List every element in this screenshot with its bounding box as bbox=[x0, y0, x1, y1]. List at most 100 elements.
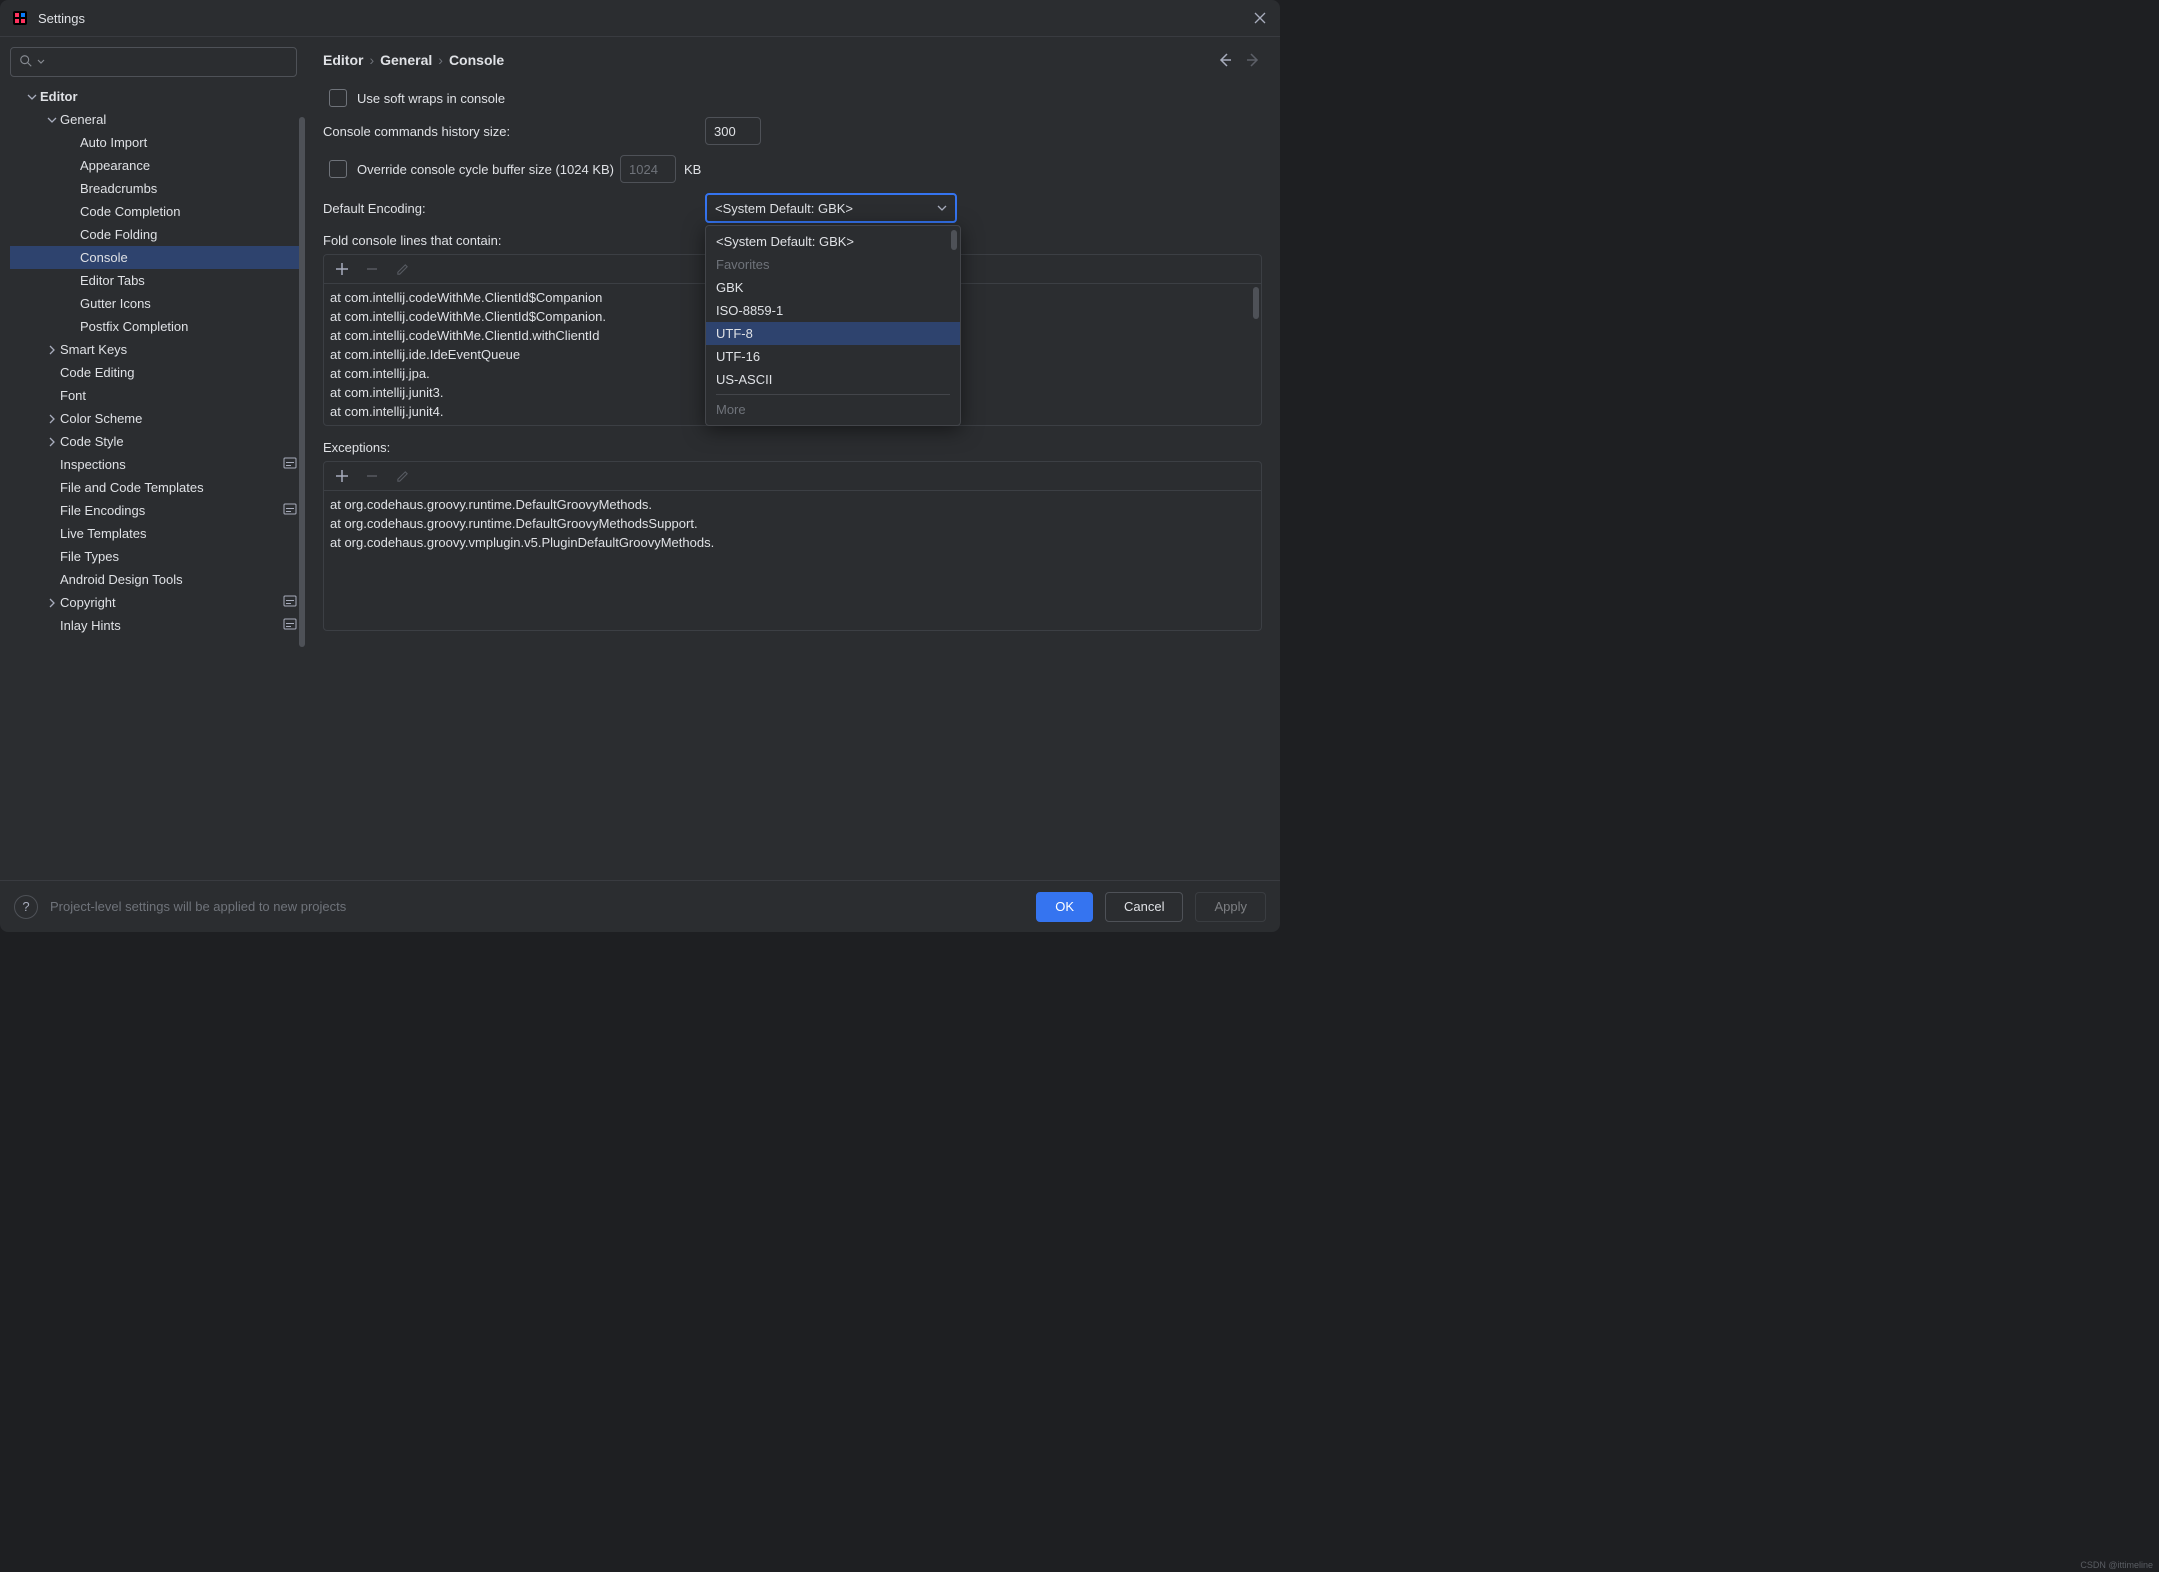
tree-item-label: Copyright bbox=[60, 595, 283, 610]
dropdown-option[interactable]: UTF-16 bbox=[706, 345, 960, 368]
tree-item-file-types[interactable]: File Types bbox=[10, 545, 305, 568]
nav-back-icon[interactable] bbox=[1216, 51, 1234, 69]
history-size-input[interactable] bbox=[705, 117, 761, 145]
spacer bbox=[44, 572, 60, 588]
cancel-button[interactable]: Cancel bbox=[1105, 892, 1183, 922]
soft-wraps-checkbox[interactable] bbox=[329, 89, 347, 107]
tree-item-inlay-hints[interactable]: Inlay Hints bbox=[10, 614, 305, 637]
chevron-right-icon bbox=[44, 411, 60, 427]
tree-item-live-templates[interactable]: Live Templates bbox=[10, 522, 305, 545]
soft-wraps-label: Use soft wraps in console bbox=[357, 91, 505, 106]
tree-item-label: Code Style bbox=[60, 434, 297, 449]
project-level-icon bbox=[283, 618, 297, 633]
spacer bbox=[64, 273, 80, 289]
tree-item-label: Inspections bbox=[60, 457, 283, 472]
tree-item-code-folding[interactable]: Code Folding bbox=[10, 223, 305, 246]
tree-item-breadcrumbs[interactable]: Breadcrumbs bbox=[10, 177, 305, 200]
list-item[interactable]: at org.codehaus.groovy.vmplugin.v5.Plugi… bbox=[324, 533, 1261, 552]
tree-item-code-editing[interactable]: Code Editing bbox=[10, 361, 305, 384]
encoding-label: Default Encoding: bbox=[323, 201, 705, 216]
dropdown-divider bbox=[716, 394, 950, 395]
breadcrumb: Editor › General › Console bbox=[323, 52, 504, 68]
tree-item-postfix-completion[interactable]: Postfix Completion bbox=[10, 315, 305, 338]
spacer bbox=[64, 227, 80, 243]
project-level-icon bbox=[283, 595, 297, 610]
tree-item-console[interactable]: Console bbox=[10, 246, 305, 269]
tree-item-smart-keys[interactable]: Smart Keys bbox=[10, 338, 305, 361]
dropdown-section: More bbox=[706, 398, 960, 421]
spacer bbox=[44, 457, 60, 473]
spacer bbox=[44, 503, 60, 519]
app-icon bbox=[12, 10, 28, 26]
spacer bbox=[44, 549, 60, 565]
tree-item-general[interactable]: General bbox=[10, 108, 305, 131]
chevron-right-icon bbox=[44, 434, 60, 450]
scrollbar[interactable] bbox=[951, 230, 957, 250]
spacer bbox=[64, 250, 80, 266]
search-input[interactable] bbox=[10, 47, 297, 77]
encoding-dropdown-list[interactable]: <System Default: GBK>FavoritesGBKISO-885… bbox=[705, 225, 961, 426]
spacer bbox=[44, 526, 60, 542]
tree-item-code-style[interactable]: Code Style bbox=[10, 430, 305, 453]
dropdown-option[interactable]: US-ASCII bbox=[706, 368, 960, 391]
tree-item-label: Code Editing bbox=[60, 365, 297, 380]
chevron-right-icon bbox=[44, 342, 60, 358]
scrollbar[interactable] bbox=[1253, 287, 1259, 319]
tree-item-label: File Encodings bbox=[60, 503, 283, 518]
exceptions-panel: at org.codehaus.groovy.runtime.DefaultGr… bbox=[323, 461, 1262, 631]
chevron-down-icon bbox=[937, 203, 947, 213]
tree-item-file-encodings[interactable]: File Encodings bbox=[10, 499, 305, 522]
dropdown-option[interactable]: <System Default: GBK> bbox=[706, 230, 960, 253]
tree-item-label: Editor Tabs bbox=[80, 273, 297, 288]
tree-item-label: General bbox=[60, 112, 297, 127]
tree-item-label: Appearance bbox=[80, 158, 297, 173]
tree-item-label: Console bbox=[80, 250, 297, 265]
tree-item-label: Breadcrumbs bbox=[80, 181, 297, 196]
tree-item-label: File Types bbox=[60, 549, 297, 564]
tree-item-label: Code Completion bbox=[80, 204, 297, 219]
tree-item-inspections[interactable]: Inspections bbox=[10, 453, 305, 476]
encoding-dropdown[interactable]: <System Default: GBK> bbox=[705, 193, 957, 223]
tree-item-copyright[interactable]: Copyright bbox=[10, 591, 305, 614]
override-buffer-checkbox[interactable] bbox=[329, 160, 347, 178]
list-item[interactable]: at org.codehaus.groovy.runtime.DefaultGr… bbox=[324, 514, 1261, 533]
dropdown-section: Favorites bbox=[706, 253, 960, 276]
project-level-icon bbox=[283, 457, 297, 472]
spacer bbox=[44, 480, 60, 496]
dropdown-option[interactable]: GBK bbox=[706, 276, 960, 299]
footer-hint: Project-level settings will be applied t… bbox=[50, 899, 1024, 914]
tree-item-color-scheme[interactable]: Color Scheme bbox=[10, 407, 305, 430]
add-icon[interactable] bbox=[334, 468, 350, 484]
tree-item-label: Gutter Icons bbox=[80, 296, 297, 311]
tree-item-editor-tabs[interactable]: Editor Tabs bbox=[10, 269, 305, 292]
settings-tree[interactable]: Editor General Auto Import Appearance Breadc… bbox=[10, 85, 305, 870]
dropdown-option[interactable]: ISO-8859-1 bbox=[706, 299, 960, 322]
titlebar: Settings bbox=[0, 0, 1280, 36]
tree-item-appearance[interactable]: Appearance bbox=[10, 154, 305, 177]
remove-icon bbox=[364, 468, 380, 484]
list-item[interactable]: at org.codehaus.groovy.runtime.DefaultGr… bbox=[324, 495, 1261, 514]
breadcrumb-item[interactable]: Editor bbox=[323, 52, 363, 68]
tree-item-gutter-icons[interactable]: Gutter Icons bbox=[10, 292, 305, 315]
chevron-right-icon: › bbox=[438, 52, 443, 68]
spacer bbox=[64, 135, 80, 151]
tree-item-label: Font bbox=[60, 388, 297, 403]
tree-item-label: Editor bbox=[40, 89, 297, 104]
ok-button[interactable]: OK bbox=[1036, 892, 1093, 922]
exceptions-list[interactable]: at org.codehaus.groovy.runtime.DefaultGr… bbox=[324, 491, 1261, 556]
tree-item-editor[interactable]: Editor bbox=[10, 85, 305, 108]
tree-item-android-design-tools[interactable]: Android Design Tools bbox=[10, 568, 305, 591]
close-icon[interactable] bbox=[1250, 8, 1270, 28]
help-icon[interactable]: ? bbox=[14, 895, 38, 919]
add-icon[interactable] bbox=[334, 261, 350, 277]
tree-item-code-completion[interactable]: Code Completion bbox=[10, 200, 305, 223]
project-level-icon bbox=[283, 503, 297, 518]
tree-item-font[interactable]: Font bbox=[10, 384, 305, 407]
tree-item-auto-import[interactable]: Auto Import bbox=[10, 131, 305, 154]
tree-item-label: Postfix Completion bbox=[80, 319, 297, 334]
breadcrumb-item[interactable]: General bbox=[380, 52, 432, 68]
tree-item-file-and-code-templates[interactable]: File and Code Templates bbox=[10, 476, 305, 499]
apply-button: Apply bbox=[1195, 892, 1266, 922]
dropdown-option[interactable]: UTF-8 bbox=[706, 322, 960, 345]
tree-item-label: Smart Keys bbox=[60, 342, 297, 357]
